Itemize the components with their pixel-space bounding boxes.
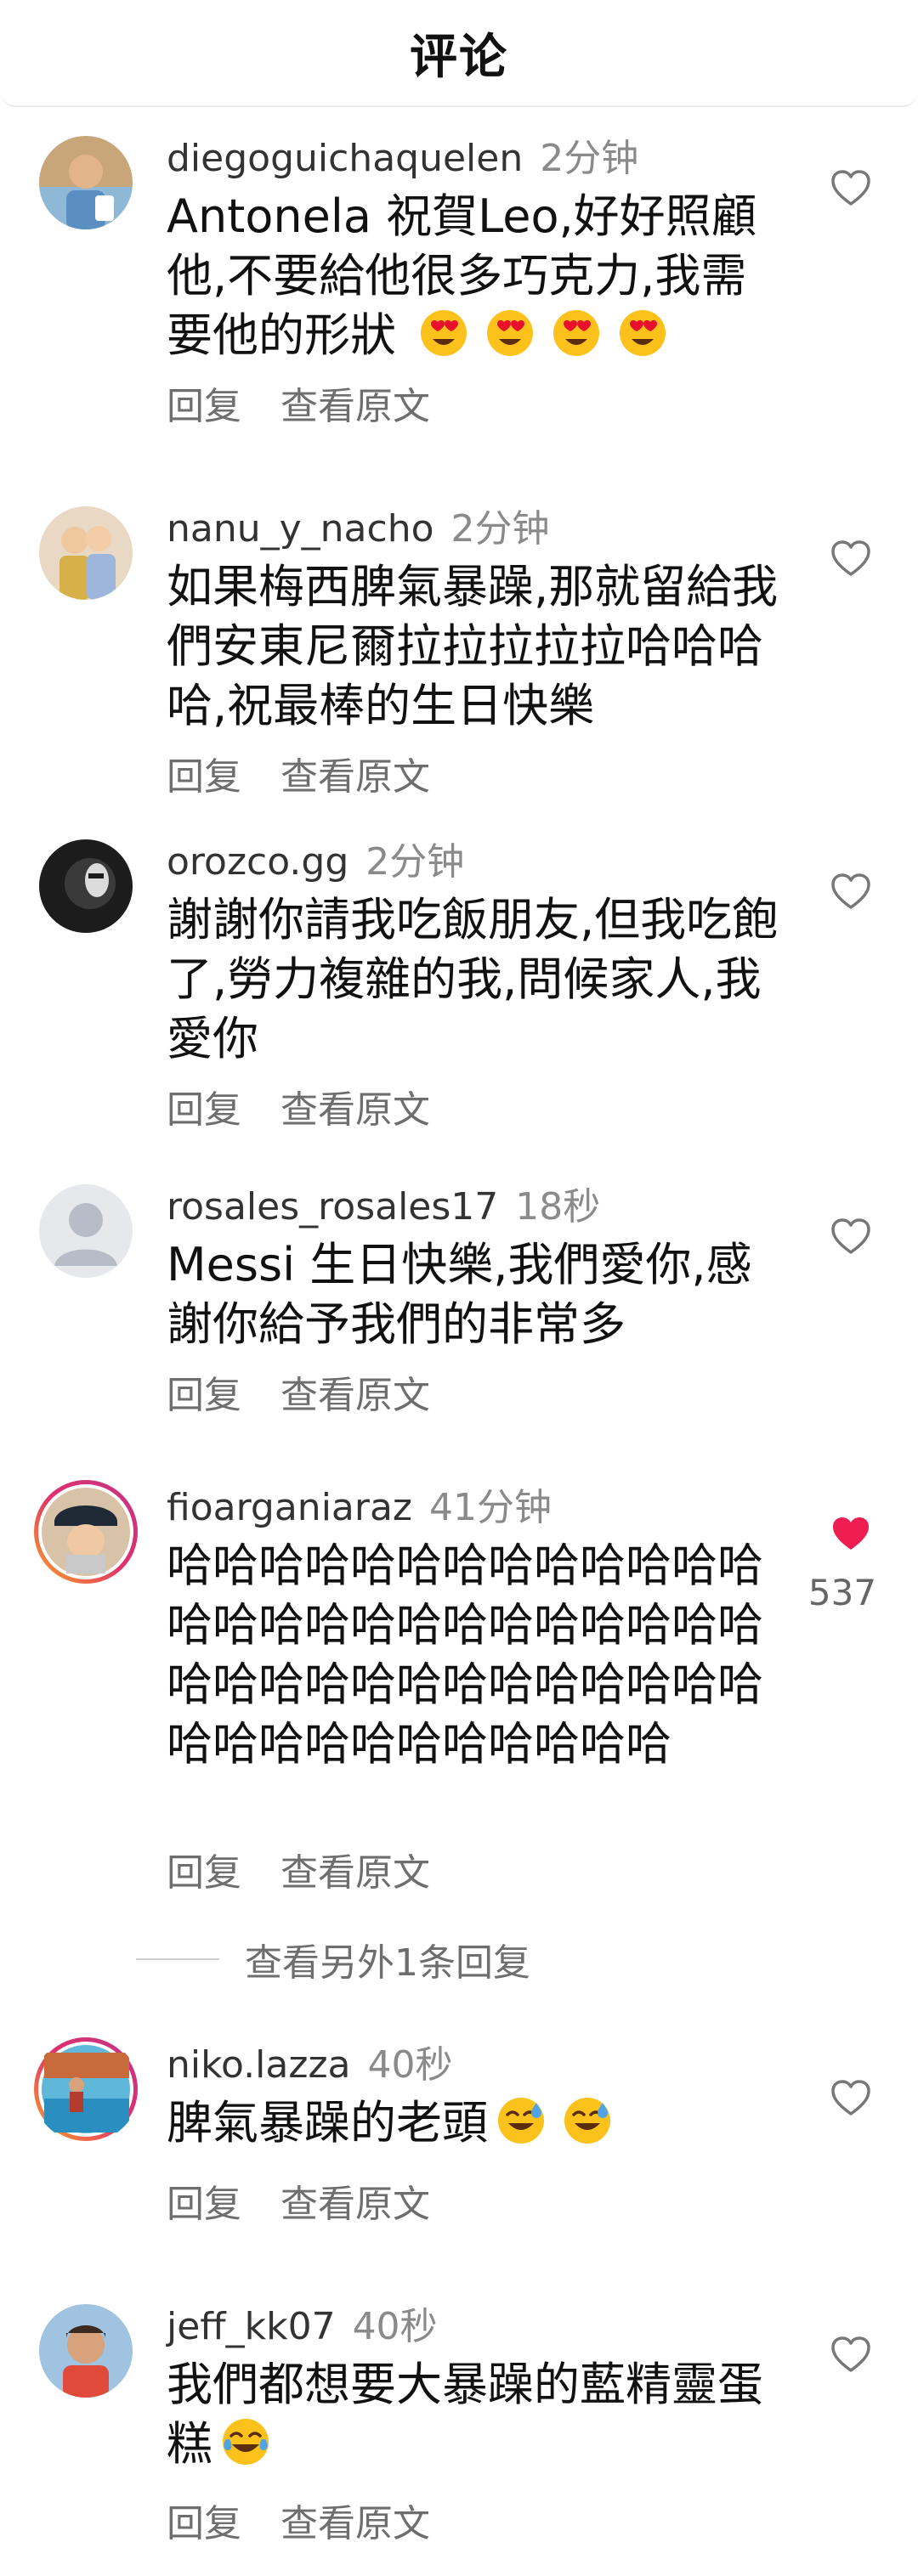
comment-username[interactable]: rosales_rosales17 18秒 bbox=[167, 1184, 600, 1230]
comment-actions: 回复 查看原文 bbox=[167, 1850, 430, 1896]
comment-actions: 回复 查看原文 bbox=[167, 384, 430, 430]
comment-text: Antonela 祝賀Leo,好好照顧他,不要給他很多巧克力,我需要他的形狀 bbox=[167, 187, 779, 365]
like-button[interactable] bbox=[828, 1511, 874, 1556]
comment-username[interactable]: niko.lazza 40秒 bbox=[167, 2042, 453, 2088]
page-title: 评论 bbox=[410, 29, 508, 85]
comment-actions: 回复 查看原文 bbox=[167, 754, 430, 800]
comment-time: 2分钟 bbox=[540, 137, 639, 180]
heart-outline-icon[interactable] bbox=[828, 535, 874, 581]
heart-outline-icon[interactable] bbox=[828, 2075, 874, 2121]
like-button[interactable] bbox=[828, 2331, 874, 2377]
comment-text: Messi 生日快樂,我們愛你,感謝你給予我們的非常多 bbox=[167, 1235, 779, 1354]
reply-button[interactable]: 回复 bbox=[167, 2183, 241, 2226]
like-count: 537 bbox=[808, 1572, 877, 1613]
comment-username[interactable]: jeff_kk07 40秒 bbox=[167, 2304, 438, 2350]
view-original-button[interactable]: 查看原文 bbox=[280, 2502, 430, 2545]
comment-actions: 回复 查看原文 bbox=[167, 1087, 430, 1133]
comment-text-content: Messi 生日快樂,我們愛你,感謝你給予我們的非常多 bbox=[167, 1238, 752, 1351]
comment-time: 40秒 bbox=[367, 2043, 453, 2087]
view-more-replies-label[interactable]: 查看另外1条回复 bbox=[245, 1932, 530, 1986]
heart-outline-icon[interactable] bbox=[828, 868, 874, 914]
comment-time: 40秒 bbox=[352, 2305, 438, 2348]
avatar[interactable] bbox=[39, 136, 133, 229]
username-link[interactable]: niko.lazza bbox=[167, 2043, 351, 2087]
username-link[interactable]: diegoguichaquelen bbox=[167, 137, 523, 180]
reply-button[interactable]: 回复 bbox=[167, 1374, 241, 1417]
heart-eyes-emoji-icon bbox=[485, 308, 535, 358]
comment-text-content: 謝謝你請我吃飯朋友,但我吃飽了,勞力複雜的我,問候家人,我愛你 bbox=[167, 893, 779, 1065]
username-link[interactable]: jeff_kk07 bbox=[167, 2305, 336, 2348]
sweat-smile-emoji-icon bbox=[563, 2096, 612, 2145]
comment-text: 謝謝你請我吃飯朋友,但我吃飽了,勞力複雜的我,問候家人,我愛你 bbox=[167, 890, 779, 1069]
username-link[interactable]: orozco.gg bbox=[167, 840, 348, 884]
avatar[interactable] bbox=[32, 1478, 139, 1585]
avatar[interactable] bbox=[39, 506, 133, 600]
comments-header: 评论 bbox=[0, 0, 918, 107]
heart-eyes-emoji-icon bbox=[419, 308, 468, 358]
view-original-button[interactable]: 查看原文 bbox=[280, 2183, 430, 2226]
reply-button[interactable]: 回复 bbox=[167, 1088, 241, 1132]
sweat-smile-emoji-icon bbox=[496, 2096, 546, 2145]
tears-of-joy-emoji-icon bbox=[221, 2417, 270, 2466]
heart-filled-icon[interactable] bbox=[828, 1511, 874, 1556]
comment-text-content: 脾氣暴躁的老頭 bbox=[167, 2096, 488, 2149]
heart-eyes-emoji-icon bbox=[552, 308, 601, 358]
view-original-button[interactable]: 查看原文 bbox=[280, 755, 430, 799]
divider bbox=[136, 1958, 219, 1960]
like-button[interactable] bbox=[828, 2075, 874, 2121]
view-original-button[interactable]: 查看原文 bbox=[280, 1088, 430, 1132]
heart-outline-icon[interactable] bbox=[828, 2331, 874, 2377]
comment-time: 2分钟 bbox=[366, 840, 465, 884]
comment-time: 2分钟 bbox=[450, 507, 550, 551]
comment-time: 41分钟 bbox=[429, 1486, 552, 1529]
avatar[interactable] bbox=[39, 1184, 133, 1278]
comment-text-content: 如果梅西脾氣暴躁,那就留給我們安東尼爾拉拉拉拉拉哈哈哈哈,祝最棒的生日快樂 bbox=[167, 560, 779, 732]
heart-outline-icon[interactable] bbox=[828, 1213, 874, 1259]
username-link[interactable]: fioarganiaraz bbox=[167, 1486, 412, 1529]
comment-text: 我們都想要大暴躁的藍精靈蛋糕 bbox=[167, 2355, 779, 2474]
view-original-button[interactable]: 查看原文 bbox=[280, 1374, 430, 1417]
comment-actions: 回复 查看原文 bbox=[167, 2501, 430, 2547]
heart-outline-icon[interactable] bbox=[828, 165, 874, 211]
like-button[interactable] bbox=[828, 535, 874, 581]
comment-text-content: 哈哈哈哈哈哈哈哈哈哈哈哈哈哈哈哈哈哈哈哈哈哈哈哈哈哈哈哈哈哈哈哈哈哈哈哈哈哈哈哈… bbox=[167, 1539, 763, 1771]
heart-eyes-emoji-icon bbox=[618, 308, 667, 358]
comment-username[interactable]: orozco.gg 2分钟 bbox=[167, 839, 464, 885]
view-original-button[interactable]: 查看原文 bbox=[280, 385, 430, 428]
comment-text: 如果梅西脾氣暴躁,那就留給我們安東尼爾拉拉拉拉拉哈哈哈哈,祝最棒的生日快樂 bbox=[167, 557, 779, 736]
reply-button[interactable]: 回复 bbox=[167, 385, 241, 428]
reply-button[interactable]: 回复 bbox=[167, 2502, 241, 2545]
comment-time: 18秒 bbox=[515, 1185, 601, 1229]
comment-username[interactable]: diegoguichaquelen 2分钟 bbox=[167, 136, 638, 182]
comment-text: 脾氣暴躁的老頭 bbox=[167, 2093, 779, 2153]
view-more-replies-link[interactable]: 查看另外1条回复 bbox=[136, 1932, 530, 1986]
view-original-button[interactable]: 查看原文 bbox=[280, 1851, 430, 1895]
comment-actions: 回复 查看原文 bbox=[167, 2182, 430, 2228]
username-link[interactable]: nanu_y_nacho bbox=[167, 507, 434, 551]
username-link[interactable]: rosales_rosales17 bbox=[167, 1185, 498, 1229]
comment-actions: 回复 查看原文 bbox=[167, 1373, 430, 1419]
like-button[interactable] bbox=[828, 1213, 874, 1259]
avatar[interactable] bbox=[39, 2304, 133, 2398]
like-button[interactable] bbox=[828, 868, 874, 914]
reply-button[interactable]: 回复 bbox=[167, 755, 241, 799]
comment-username[interactable]: nanu_y_nacho 2分钟 bbox=[167, 506, 550, 552]
comment-text: 哈哈哈哈哈哈哈哈哈哈哈哈哈哈哈哈哈哈哈哈哈哈哈哈哈哈哈哈哈哈哈哈哈哈哈哈哈哈哈哈… bbox=[167, 1536, 779, 1774]
avatar[interactable] bbox=[39, 839, 133, 933]
reply-button[interactable]: 回复 bbox=[167, 1851, 241, 1895]
avatar[interactable] bbox=[32, 2036, 139, 2143]
like-button[interactable] bbox=[828, 165, 874, 211]
comment-username[interactable]: fioarganiaraz 41分钟 bbox=[167, 1485, 552, 1531]
